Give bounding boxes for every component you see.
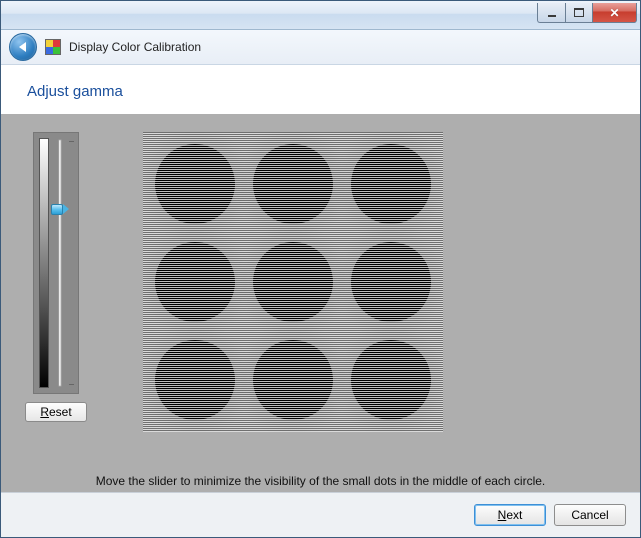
footer-bar: Next Cancel <box>1 492 640 537</box>
gamma-dot <box>351 242 431 322</box>
gamma-dot <box>155 340 235 420</box>
header-bar: Display Color Calibration <box>1 30 640 65</box>
app-icon <box>45 39 61 55</box>
close-button[interactable]: ✕ <box>593 3 637 23</box>
back-button[interactable] <box>9 33 37 61</box>
window-frame: ✕ Display Color Calibration Adjust gamma <box>0 0 641 538</box>
main-content: Reset <box>25 132 616 432</box>
gamma-dot <box>351 144 431 224</box>
next-label-rest: ext <box>506 508 522 522</box>
slider-thumb[interactable] <box>51 204 69 215</box>
heading-band: Adjust gamma <box>1 65 640 114</box>
gamma-dot <box>253 144 333 224</box>
gamma-dot <box>253 340 333 420</box>
gamma-dot <box>155 144 235 224</box>
reset-button[interactable]: Reset <box>25 402 87 422</box>
slider-tick-top <box>69 141 74 142</box>
cancel-button[interactable]: Cancel <box>554 504 626 526</box>
window-controls: ✕ <box>537 3 637 23</box>
gamma-dot <box>351 340 431 420</box>
close-icon: ✕ <box>609 7 619 19</box>
maximize-button[interactable] <box>565 3 593 23</box>
gamma-dot <box>155 242 235 322</box>
back-arrow-icon <box>19 42 26 52</box>
gradient-strip-icon <box>39 138 49 388</box>
gamma-test-pattern <box>143 132 443 432</box>
minimize-button[interactable] <box>537 3 565 23</box>
minimize-icon <box>548 15 556 17</box>
maximize-icon <box>574 8 584 17</box>
reset-label-rest: eset <box>49 405 72 419</box>
window-title: Display Color Calibration <box>69 40 201 54</box>
gamma-dot <box>253 242 333 322</box>
slider-track <box>58 139 62 387</box>
instruction-text: Move the slider to minimize the visibili… <box>1 474 640 488</box>
slider-column: Reset <box>25 132 87 422</box>
gamma-slider[interactable] <box>33 132 79 394</box>
page-heading: Adjust gamma <box>27 83 614 100</box>
main-area: Reset Move the slider to minimize the vi… <box>1 114 640 492</box>
titlebar: ✕ <box>1 1 640 30</box>
next-button[interactable]: Next <box>474 504 546 526</box>
slider-tick-bottom <box>69 384 74 385</box>
